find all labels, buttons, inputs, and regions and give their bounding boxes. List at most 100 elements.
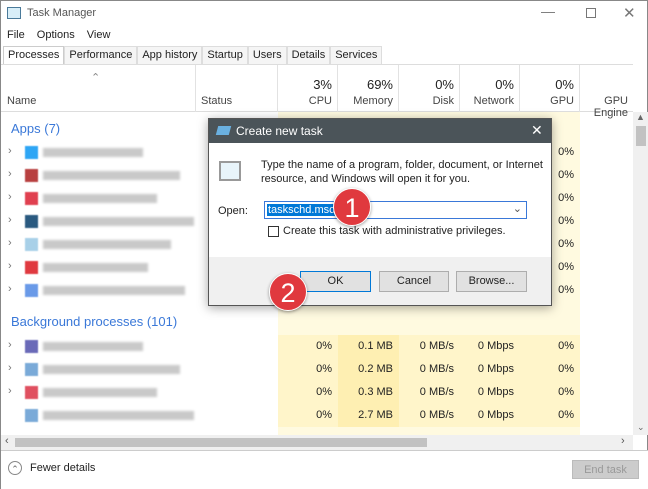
column-name[interactable]: ⌃ Name [1, 65, 196, 112]
process-row[interactable]: › 0% 0.1 MB 0 MB/s 0 Mbps 0% [1, 335, 633, 358]
chevron-down-icon[interactable]: ⌄ [513, 202, 522, 215]
network-cell: 0 Mbps [477, 409, 514, 421]
dialog-close-button[interactable]: ✕ [531, 122, 543, 139]
network-cell: 0 Mbps [477, 340, 514, 352]
process-row[interactable]: › 0% 0.2 MB 0 MB/s 0 Mbps 0% [1, 358, 633, 381]
menu-view[interactable]: View [87, 29, 111, 41]
process-row[interactable]: › 0% 0.3 MB 0 MB/s 0 Mbps 0% [1, 381, 633, 404]
admin-checkbox-row[interactable]: Create this task with administrative pri… [268, 225, 506, 237]
menu-file[interactable]: File [7, 29, 25, 41]
scroll-right-icon[interactable]: › [621, 435, 625, 447]
memory-cell: 0.3 MB [358, 386, 393, 398]
dialog-title-bar: Create new task ✕ [209, 119, 551, 143]
open-input[interactable]: taskschd.msc [267, 204, 336, 216]
chevron-up-circle-icon: ⌃ [8, 461, 22, 475]
group-background[interactable]: Background processes (101) [11, 314, 177, 329]
horizontal-scroll-thumb[interactable] [15, 438, 427, 447]
column-network-label: Network [473, 95, 514, 107]
horizontal-scrollbar[interactable]: ‹ › [1, 435, 633, 450]
close-button[interactable]: ✕ [623, 4, 636, 22]
minimize-button[interactable]: — [541, 3, 555, 19]
dialog-body: Type the name of a program, folder, docu… [209, 143, 551, 257]
expand-chevron-icon[interactable]: › [8, 362, 12, 374]
expand-chevron-icon[interactable]: › [8, 385, 12, 397]
process-name-redacted [43, 388, 157, 397]
create-new-task-dialog: Create new task ✕ Type the name of a pro… [208, 118, 552, 306]
process-icon [25, 386, 38, 399]
cpu-cell: 0% [316, 409, 332, 421]
column-status-label: Status [201, 95, 233, 107]
process-icon [25, 261, 38, 274]
column-memory[interactable]: 69% Memory [338, 65, 399, 112]
ok-button[interactable]: OK [300, 271, 371, 292]
tab-processes[interactable]: Processes [3, 46, 65, 65]
network-cell: 0 Mbps [477, 386, 514, 398]
scroll-down-icon[interactable]: ⌄ [637, 422, 645, 433]
scroll-up-icon[interactable]: ▲ [636, 112, 645, 122]
disk-cell: 0 MB/s [419, 409, 454, 421]
fewer-details-button[interactable]: ⌃ Fewer details [8, 461, 95, 475]
network-total: 0% [495, 77, 514, 92]
process-name-redacted [43, 263, 148, 272]
column-gpu[interactable]: 0% GPU [520, 65, 580, 112]
cancel-button[interactable]: Cancel [379, 271, 449, 292]
menu-options[interactable]: Options [37, 29, 75, 41]
vertical-scroll-thumb[interactable] [636, 126, 646, 146]
tab-startup[interactable]: Startup [202, 46, 248, 64]
tab-app-history[interactable]: App history [137, 46, 203, 64]
process-icon [25, 215, 38, 228]
footer: ⌃ Fewer details End task [1, 450, 648, 489]
column-network[interactable]: 0% Network [460, 65, 520, 112]
gpu-total: 0% [555, 77, 574, 92]
process-name-redacted [43, 240, 171, 249]
run-icon [215, 126, 232, 135]
gpu-cell: 0% [558, 340, 574, 352]
admin-checkbox-label: Create this task with administrative pri… [283, 225, 506, 237]
tab-bar: Processes Performance App history Startu… [3, 46, 383, 65]
memory-cell: 0.2 MB [358, 363, 393, 375]
column-cpu[interactable]: 3% CPU [278, 65, 338, 112]
process-name-redacted [43, 148, 143, 157]
process-name-redacted [43, 171, 180, 180]
vertical-scrollbar[interactable]: ▲ ⌄ [633, 112, 648, 435]
tab-performance[interactable]: Performance [64, 46, 138, 64]
dialog-title: Create new task [236, 124, 323, 138]
process-icon [25, 409, 38, 422]
column-disk[interactable]: 0% Disk [399, 65, 460, 112]
column-status[interactable]: Status [196, 65, 278, 112]
annotation-badge-1: 1 [333, 188, 371, 226]
disk-cell: 0 MB/s [419, 363, 454, 375]
group-apps[interactable]: Apps (7) [11, 121, 60, 136]
title-bar: Task Manager — ✕ [1, 1, 648, 27]
cpu-total: 3% [313, 77, 332, 92]
expand-chevron-icon[interactable]: › [8, 145, 12, 157]
admin-checkbox[interactable] [268, 225, 279, 237]
tab-details[interactable]: Details [286, 46, 331, 64]
expand-chevron-icon[interactable]: › [8, 214, 12, 226]
expand-chevron-icon[interactable]: › [8, 237, 12, 249]
process-icon [25, 238, 38, 251]
process-name-redacted [43, 411, 194, 420]
process-name-redacted [43, 217, 194, 226]
expand-chevron-icon[interactable]: › [8, 339, 12, 351]
open-combobox[interactable]: taskschd.msc ⌄ [264, 201, 527, 219]
maximize-button[interactable] [586, 8, 596, 18]
scroll-left-icon[interactable]: ‹ [5, 435, 9, 447]
process-icon [25, 192, 38, 205]
annotation-badge-2: 2 [269, 273, 307, 311]
end-task-button[interactable]: End task [572, 460, 639, 479]
column-gpu-engine[interactable]: GPU Engine [580, 65, 633, 119]
process-icon [25, 284, 38, 297]
expand-chevron-icon[interactable]: › [8, 260, 12, 272]
task-manager-monitor-icon [219, 161, 241, 181]
expand-chevron-icon[interactable]: › [8, 191, 12, 203]
process-row[interactable]: 0% 2.7 MB 0 MB/s 0 Mbps 0% [1, 404, 633, 427]
tab-services[interactable]: Services [330, 46, 383, 64]
browse-button[interactable]: Browse... [456, 271, 527, 292]
tab-users[interactable]: Users [247, 46, 287, 64]
expand-chevron-icon[interactable]: › [8, 168, 12, 180]
expand-chevron-icon[interactable]: › [8, 283, 12, 295]
process-name-redacted [43, 286, 185, 295]
column-header: ⌃ Name Status 3% CPU 69% Memory 0% Disk 0% N… [1, 64, 633, 119]
memory-cell: 2.7 MB [358, 409, 393, 421]
